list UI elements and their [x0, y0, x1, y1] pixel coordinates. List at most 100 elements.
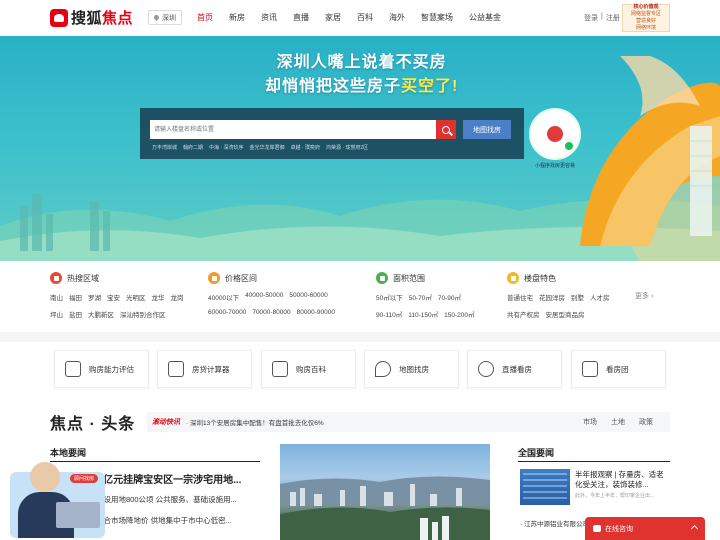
filter-option[interactable]: 普通住宅 — [507, 292, 533, 302]
hero-banner[interactable]: 深圳人嘴上说着不买房 却悄悄把这些房子买空了! 地图找房 万丰湾岸城 翰府二期 … — [0, 36, 720, 261]
local-lead-story[interactable]: 55亿元挂牌宝安区一宗涉宅用地... — [92, 471, 257, 486]
location-pin-icon — [152, 13, 161, 22]
city-selector[interactable]: 深圳 — [148, 10, 182, 25]
filter-option[interactable]: 罗湖 — [88, 292, 101, 302]
tool-encyclopedia[interactable]: 购房百科 — [261, 350, 356, 388]
online-chat-button[interactable]: 在线咨询 — [585, 517, 705, 540]
hot-tag[interactable]: 中海 · 深湾玖序 — [209, 144, 243, 151]
menu-item-overseas[interactable]: 海外 — [389, 12, 405, 23]
news-photo[interactable] — [280, 444, 490, 540]
headlines-title: 焦点 · 头条 — [50, 416, 136, 433]
filter-option[interactable]: 大鹏新区 — [88, 309, 114, 319]
filter-hot-area: 热搜区域 南山 福田 罗湖 宝安 光明区 龙华 龙岗 坪山 盐田 大鹏新区 深汕特别合作区 — [50, 272, 184, 319]
filter-option[interactable]: 50-70㎡ — [409, 292, 432, 302]
site-logo[interactable]: 搜狐焦点 — [50, 7, 133, 28]
filter-option[interactable]: 50000-60000 — [289, 292, 327, 302]
menu-item-home[interactable]: 首页 — [197, 12, 213, 23]
headline-line-2-text: 却悄悄把这些房子 — [265, 78, 402, 95]
filter-option[interactable]: 90-110㎡ — [376, 309, 402, 319]
national-news-thumbnail[interactable] — [520, 469, 570, 505]
search-button[interactable] — [436, 120, 456, 139]
filter-option[interactable]: 福田 — [69, 292, 82, 302]
national-lead-story[interactable]: 半年报观察 | 存量房、适老化受关注，装饰装修... — [575, 470, 671, 490]
tool-live-viewing[interactable]: 直播看房 — [467, 350, 562, 388]
filter-option[interactable]: 60000-70000 — [208, 309, 246, 316]
tool-label: 购房百科 — [296, 364, 326, 374]
laptop-icon — [56, 502, 100, 528]
book-icon — [272, 361, 288, 377]
tool-mortgage-calculator[interactable]: 房贷计算器 — [157, 350, 252, 388]
filters-more-link[interactable]: 更多 › — [635, 291, 653, 301]
quick-filters: 热搜区域 南山 福田 罗湖 宝安 光明区 龙华 龙岗 坪山 盐田 大鹏新区 深汕特别合作区 价格区… — [0, 261, 720, 332]
filter-option[interactable]: 深汕特别合作区 — [120, 309, 166, 319]
menu-item-live[interactable]: 直播 — [293, 12, 309, 23]
filter-option[interactable]: 40000-50000 — [245, 292, 283, 302]
filter-option[interactable]: 80000-90000 — [297, 309, 335, 316]
filter-price-range: 价格区间 40000以下 40000-50000 50000-60000 60000… — [208, 272, 335, 316]
filter-option[interactable]: 50㎡以下 — [376, 292, 403, 302]
hot-tag[interactable]: 万丰湾岸城 — [152, 144, 177, 151]
national-news-item[interactable]: · 江苏中源铝业有限公司... — [520, 518, 594, 528]
hot-tag[interactable]: 金光华龙岸君御 — [249, 144, 284, 151]
filter-option[interactable]: 光明区 — [126, 292, 146, 302]
group-icon — [582, 361, 598, 377]
news-category-tabs: 市场 土地 政策 — [583, 417, 653, 427]
advisor-avatar — [30, 462, 60, 492]
menu-item-home-decor[interactable]: 家居 — [325, 12, 341, 23]
filter-option[interactable]: 安居型商品房 — [546, 309, 585, 319]
filter-option[interactable]: 人才房 — [590, 292, 610, 302]
register-link[interactable]: 注册 — [606, 13, 620, 23]
filter-option[interactable]: 40000以下 — [208, 292, 239, 302]
qr-code-icon — [529, 108, 581, 160]
tab-land[interactable]: 土地 — [611, 417, 625, 427]
menu-item-charity-fund[interactable]: 公益基金 — [469, 12, 501, 23]
local-news-item[interactable]: 综合市场降地价 供地集中于市中心低密... — [96, 515, 258, 526]
values-badge[interactable]: 核心价值观 网络监督专区 营造良好 网络环境 — [622, 4, 670, 32]
filter-option[interactable]: 南山 — [50, 292, 63, 302]
filter-option[interactable]: 宝安 — [107, 292, 120, 302]
mini-program-qr[interactable]: 小程序找房更容易 — [527, 108, 583, 198]
filter-option[interactable]: 龙岗 — [171, 292, 184, 302]
headline-line-1: 深圳人嘴上说着不买房 — [276, 54, 447, 71]
hot-tag[interactable]: 卓越 · 璞奕府 — [291, 144, 320, 151]
advisor-widget[interactable]: 顾问找房 — [10, 458, 110, 540]
login-link[interactable]: 登录 — [584, 13, 598, 23]
hot-tag[interactable]: 鸿荣源 · 珑誉府2区 — [326, 144, 368, 151]
news-ticker: 滚动快讯 · 深圳13个安居房集中配售！有盘首批去化仅6% 市场 土地 政策 — [147, 412, 670, 432]
chat-bubble-icon — [593, 525, 601, 532]
city-name: 深圳 — [162, 14, 176, 22]
local-news-item[interactable]: 建设用地800公顷 公共服务、基础设施用... — [96, 494, 258, 505]
orange-ribbon-decoration — [580, 56, 720, 247]
filter-option[interactable]: 龙华 — [152, 292, 165, 302]
menu-item-new-homes[interactable]: 新房 — [229, 12, 245, 23]
tab-market[interactable]: 市场 — [583, 417, 597, 427]
hot-tag[interactable]: 翰府二期 — [183, 144, 203, 151]
price-icon — [208, 272, 220, 284]
tool-label: 直播看房 — [502, 364, 532, 374]
ticker-text[interactable]: · 深圳13个安居房集中配售！有盘首批去化仅6% — [186, 417, 324, 427]
map-search-button[interactable]: 地图找房 — [463, 120, 511, 139]
filter-option[interactable]: 盐田 — [69, 309, 82, 319]
tool-viewing-group[interactable]: 看房团 — [571, 350, 666, 388]
chevron-up-icon — [690, 524, 699, 533]
menu-item-encyclopedia[interactable]: 百科 — [357, 12, 373, 23]
menu-item-news[interactable]: 资讯 — [261, 12, 277, 23]
logo-mark-icon — [50, 8, 68, 27]
chat-label: 在线咨询 — [605, 525, 633, 533]
filter-option[interactable]: 坪山 — [50, 309, 63, 319]
values-badge-line: 营造良好 — [635, 18, 656, 24]
filter-option[interactable]: 150-200㎡ — [444, 309, 474, 319]
filter-option[interactable]: 70-90㎡ — [438, 292, 461, 302]
tab-policy[interactable]: 政策 — [639, 417, 653, 427]
tool-affordability[interactable]: 购房能力评估 — [54, 350, 149, 388]
filter-option[interactable]: 别墅 — [571, 292, 584, 302]
filter-option[interactable]: 共有产权房 — [507, 309, 540, 319]
filter-option[interactable]: 110-150㎡ — [408, 309, 438, 319]
menu-item-smart-sales[interactable]: 智慧案场 — [421, 12, 453, 23]
filter-title: 热搜区域 — [67, 273, 99, 283]
tool-map-search[interactable]: 地图找房 — [364, 350, 459, 388]
search-input[interactable] — [150, 120, 436, 139]
headline-line-2: 却悄悄把这些房子买空了! — [265, 75, 458, 99]
filter-option[interactable]: 70000-80000 — [252, 309, 290, 316]
filter-option[interactable]: 花园洋房 — [539, 292, 565, 302]
